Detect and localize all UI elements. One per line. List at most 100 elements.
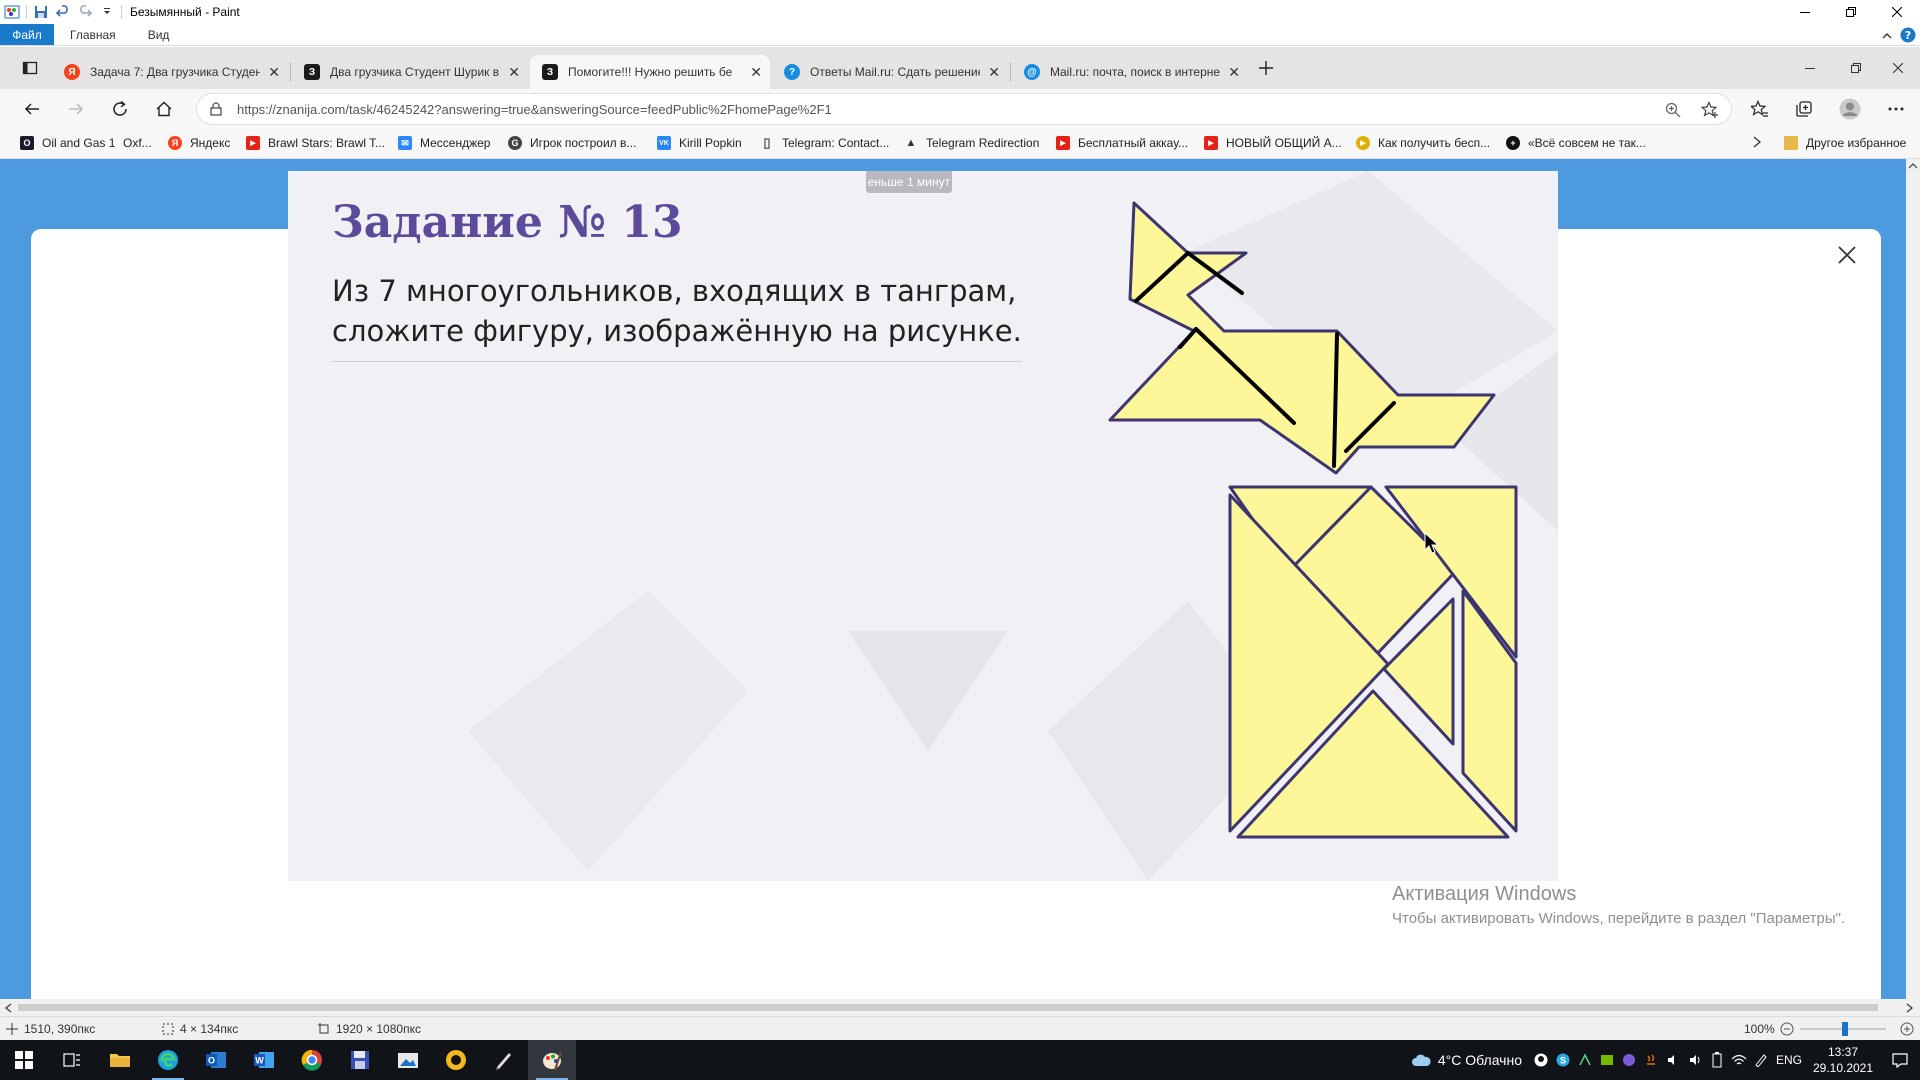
bookmark-item[interactable]: ▯ Telegram: Contact... <box>760 135 889 150</box>
back-icon[interactable] <box>16 93 48 125</box>
collections-icon[interactable] <box>1788 93 1820 125</box>
ribbon-tab-home[interactable]: Главная <box>54 24 132 45</box>
nvidia-icon[interactable] <box>1596 1053 1618 1067</box>
modal-close-icon[interactable] <box>1833 241 1861 269</box>
tab-actions-icon[interactable] <box>14 52 46 84</box>
language-indicator[interactable]: ENG <box>1772 1053 1806 1067</box>
bookmark-item[interactable]: ▲ Telegram Redirection <box>904 136 1040 150</box>
refresh-icon[interactable] <box>104 93 136 125</box>
browser-tab-active[interactable]: З Помогите!!! Нужно решить бе ✕ <box>530 55 770 89</box>
bookmark-item[interactable]: O Oil and Gas 1 <box>20 136 115 150</box>
taskbar-paint[interactable] <box>528 1040 576 1080</box>
bookmark-item[interactable]: Я Яндекс <box>168 136 230 150</box>
tab-close-icon[interactable]: ✕ <box>508 64 520 81</box>
vertical-scrollbar[interactable] <box>1906 159 1920 1007</box>
home-icon[interactable] <box>148 93 180 125</box>
restore-button[interactable] <box>1828 0 1874 24</box>
bookmark-item[interactable]: ✉ Мессенджер <box>398 136 490 150</box>
minimize-button[interactable] <box>1782 0 1828 24</box>
taskbar-outlook[interactable]: O <box>192 1040 240 1080</box>
bookmark-item[interactable]: VK Kirill Popkin <box>657 136 742 150</box>
security-icon[interactable] <box>1618 1053 1640 1067</box>
tab-close-icon[interactable]: ✕ <box>750 64 762 81</box>
tab-title: Два грузчика Студент Шурик в <box>330 65 500 79</box>
taskbar-explorer[interactable] <box>96 1040 144 1080</box>
browser-tab[interactable]: @ Mail.ru: почта, поиск в интерне ✕ <box>1012 55 1248 89</box>
bookmark-item[interactable]: ▶ Как получить бесп... <box>1356 136 1490 150</box>
lock-icon[interactable] <box>209 102 223 119</box>
scroll-right-icon[interactable] <box>1906 1003 1914 1013</box>
ribbon-tabs: Файл Главная Вид ? <box>0 24 1920 46</box>
bookmark-item[interactable]: ▶ Бесплатный аккау... <box>1056 136 1188 150</box>
bookmark-item[interactable]: Oxf... <box>123 136 152 150</box>
crosshair-icon <box>6 1022 18 1035</box>
task-view-button[interactable] <box>48 1040 96 1080</box>
taskbar-save-app[interactable] <box>336 1040 384 1080</box>
close-button[interactable] <box>1874 0 1920 24</box>
undo-icon[interactable] <box>55 4 71 20</box>
wifi-icon[interactable] <box>1728 1053 1750 1067</box>
zoom-icon[interactable] <box>1665 102 1681 121</box>
zoom-in-icon[interactable] <box>1900 1022 1914 1036</box>
watermark-subtitle: Чтобы активировать Windows, перейдите в … <box>1392 910 1846 927</box>
github-icon[interactable] <box>1530 1053 1552 1067</box>
save-icon[interactable] <box>33 4 49 20</box>
paint-canvas[interactable]: Я Задача 7: Два грузчика Студент ✕ З Два… <box>0 47 1920 1007</box>
taskbar-app-circle[interactable] <box>432 1040 480 1080</box>
battery-icon[interactable] <box>1706 1052 1728 1068</box>
start-button[interactable] <box>0 1040 48 1080</box>
bookmarks-overflow-icon[interactable] <box>1752 136 1762 148</box>
zoom-out-icon[interactable] <box>1780 1022 1794 1036</box>
ribbon-tab-file[interactable]: Файл <box>0 24 54 45</box>
bookmark-item[interactable]: ▶ Brawl Stars: Brawl T... <box>246 136 385 150</box>
taskbar-chrome[interactable] <box>288 1040 336 1080</box>
weather-widget[interactable]: 4°C Облачно <box>1410 1052 1522 1068</box>
browser-tab[interactable]: Я Задача 7: Два грузчика Студент ✕ <box>52 55 288 89</box>
help-icon[interactable]: ? <box>1900 27 1916 46</box>
more-menu-icon[interactable] <box>1880 93 1912 125</box>
new-tab-icon[interactable] <box>1250 52 1282 84</box>
show-hidden-icons-icon[interactable] <box>1684 1053 1706 1067</box>
forward-icon[interactable] <box>60 93 92 125</box>
notifications-icon[interactable] <box>1880 1052 1920 1068</box>
browser-tab[interactable]: З Два грузчика Студент Шурик в ✕ <box>292 55 528 89</box>
expand-ribbon-icon[interactable] <box>1882 30 1892 44</box>
pen-workspace-icon[interactable] <box>1750 1053 1772 1067</box>
browser-close-icon[interactable] <box>1882 52 1914 84</box>
scroll-thumb[interactable] <box>18 1004 1878 1011</box>
favorites-icon[interactable] <box>1744 93 1776 125</box>
tab-close-icon[interactable]: ✕ <box>988 64 1000 81</box>
address-bar[interactable]: https://znanija.com/task/46245242?answer… <box>196 93 1732 125</box>
redo-icon[interactable] <box>77 4 93 20</box>
ribbon-tab-view[interactable]: Вид <box>132 24 186 45</box>
telegram-redirect-icon: ▲ <box>905 137 917 149</box>
clock[interactable]: 13:37 29.10.2021 <box>1806 1044 1880 1076</box>
java-icon[interactable] <box>1640 1053 1662 1067</box>
bookmark-item[interactable]: ▶ НОВЫЙ ОБЩИЙ А... <box>1204 136 1342 150</box>
browser-minimize-icon[interactable] <box>1794 52 1826 84</box>
taskbar-pen-app[interactable] <box>480 1040 528 1080</box>
network-app-icon[interactable] <box>1574 1053 1596 1067</box>
mouse-cursor <box>1424 532 1440 554</box>
paint-app-icon[interactable] <box>4 4 20 20</box>
browser-tab[interactable]: ? Ответы Mail.ru: Сдать решение ✕ <box>772 55 1008 89</box>
tab-close-icon[interactable]: ✕ <box>1228 64 1240 81</box>
bookmark-item[interactable]: G Игрок построил в... <box>508 136 636 150</box>
other-favorites[interactable]: Другое избранное <box>1784 136 1906 150</box>
horizontal-scrollbar[interactable] <box>0 999 1920 1016</box>
taskbar-edge[interactable] <box>144 1040 192 1080</box>
system-tray: 4°C Облачно S ENG 13:37 29.10.2021 <box>1410 1040 1920 1080</box>
taskbar-pictures[interactable] <box>384 1040 432 1080</box>
customize-qat-icon[interactable] <box>99 4 115 20</box>
browser-restore-icon[interactable] <box>1840 52 1872 84</box>
zoom-slider-thumb[interactable] <box>1842 1022 1848 1036</box>
add-favorite-icon[interactable] <box>1700 101 1719 122</box>
bookmark-item[interactable]: + «Всё совсем не так... <box>1506 136 1646 150</box>
audio-settings-icon[interactable] <box>1662 1053 1684 1067</box>
tab-close-icon[interactable]: ✕ <box>268 64 280 81</box>
skype-icon[interactable]: S <box>1552 1053 1574 1067</box>
taskbar-word[interactable]: W <box>240 1040 288 1080</box>
edge-icon <box>158 1050 178 1070</box>
profile-avatar[interactable] <box>1834 93 1866 125</box>
scroll-left-icon[interactable] <box>4 1003 12 1013</box>
